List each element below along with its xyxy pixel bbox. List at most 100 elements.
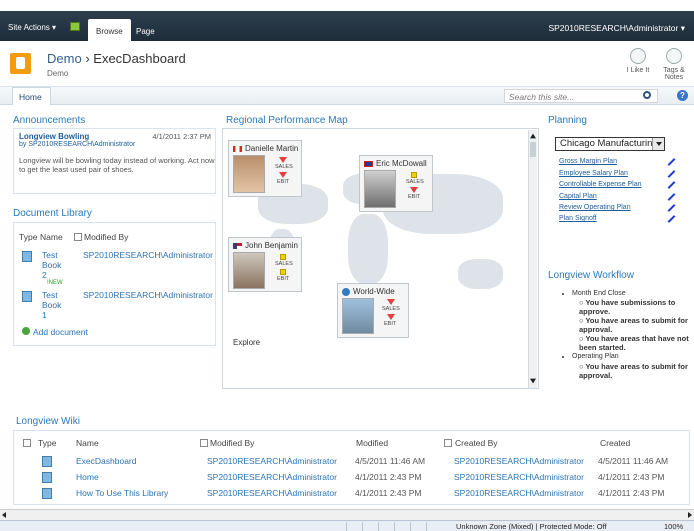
site-actions-menu[interactable]: Site Actions ▾	[8, 23, 56, 32]
add-document-link[interactable]: Add document	[22, 327, 88, 337]
card-name: John Benjamin	[233, 241, 298, 250]
card-name: Danielle Martin	[233, 144, 298, 153]
wiki-col-created-by[interactable]: Created By	[455, 438, 498, 448]
wiki-col-created[interactable]: Created	[600, 438, 630, 448]
announcements-panel: Longview Bowling 4/1/2011 2:37 PM by SP2…	[13, 128, 216, 194]
down-arrow-icon	[279, 157, 287, 163]
doclib-col-name[interactable]: Name	[40, 232, 63, 242]
region-card-uk[interactable]: Eric McDowall SALES EBIT	[359, 155, 433, 212]
workflow-task[interactable]: ○ You have submissions to approve.	[572, 298, 690, 316]
doc-name-line2[interactable]: Book	[42, 300, 61, 310]
scroll-right-icon[interactable]	[688, 512, 692, 518]
page-subtitle[interactable]: Demo	[47, 69, 68, 78]
nav-home[interactable]: Home	[12, 87, 51, 105]
pencil-icon[interactable]	[667, 193, 676, 200]
map-scrollbar[interactable]	[528, 130, 537, 388]
doc-name-line3[interactable]: 2	[42, 270, 47, 280]
region-card-world[interactable]: World-Wide SALES EBIT	[337, 283, 409, 338]
plan-link[interactable]: Employee Salary Plan	[559, 170, 628, 177]
navigate-up-icon[interactable]	[70, 22, 80, 31]
wiki-col-name[interactable]: Name	[76, 438, 99, 448]
i-like-it-button[interactable]: I Like It	[620, 48, 656, 74]
wiki-created: 4/1/2011 2:43 PM	[598, 488, 665, 498]
wiki-modified-by[interactable]: SP2010RESEARCH\Administrator	[207, 472, 337, 482]
document-library-title[interactable]: Document Library	[13, 208, 92, 219]
scroll-up-icon[interactable]	[530, 133, 536, 139]
regional-map[interactable]: Danielle Martin SALES EBIT Eric McDowall…	[222, 128, 539, 389]
wiki-page-icon	[42, 456, 52, 467]
wiki-modified: 4/5/2011 11:46 AM	[355, 456, 426, 466]
user-menu[interactable]: SP2010RESEARCH\Administrator ▾	[548, 23, 685, 34]
wiki-created-by[interactable]: SP2010RESEARCH\Administrator	[454, 456, 584, 466]
wiki-col-modified[interactable]: Modified	[356, 438, 388, 448]
i-like-it-label: I Like It	[626, 67, 650, 74]
pencil-icon[interactable]	[667, 204, 676, 211]
region-card-usa[interactable]: John Benjamin SALES EBIT	[228, 237, 302, 292]
doc-name-line1[interactable]: Test	[42, 290, 58, 300]
announcement-author[interactable]: by SP2010RESEARCH\Administrator	[19, 141, 135, 148]
select-all-checkbox[interactable]	[23, 439, 31, 447]
plan-link[interactable]: Capital Plan	[559, 193, 597, 200]
search-icon[interactable]	[643, 91, 651, 99]
wiki-created-by[interactable]: SP2010RESEARCH\Administrator	[454, 488, 584, 498]
workflow-task[interactable]: ○ You have areas to submit for approval.	[572, 362, 690, 380]
down-arrow-icon	[279, 172, 287, 178]
pencil-icon[interactable]	[667, 158, 676, 165]
doc-modified-by[interactable]: SP2010RESEARCH\Administrator	[83, 250, 213, 260]
pencil-icon[interactable]	[667, 170, 676, 177]
workflow-task[interactable]: ○ You have areas to submit for approval.	[572, 316, 690, 334]
plan-link[interactable]: Gross Margin Plan	[559, 158, 617, 165]
wiki-page-link[interactable]: ExecDashboard	[76, 456, 136, 466]
wiki-col-modified-by[interactable]: Modified By	[210, 438, 254, 448]
region-card-canada[interactable]: Danielle Martin SALES EBIT	[228, 140, 302, 197]
select-all-checkbox[interactable]	[74, 233, 82, 241]
entity-select[interactable]: Chicago Manufacturing	[555, 137, 665, 151]
doc-name-line2[interactable]: Book	[42, 260, 61, 270]
planning-title[interactable]: Planning	[548, 115, 587, 126]
wiki-modified-by[interactable]: SP2010RESEARCH\Administrator	[207, 488, 337, 498]
breadcrumb-site[interactable]: Demo	[47, 51, 82, 66]
tab-browse[interactable]: Browse	[88, 19, 131, 41]
pencil-icon[interactable]	[667, 215, 676, 222]
kpi-sales-label: SALES	[382, 306, 400, 312]
site-logo-icon[interactable]	[10, 53, 31, 74]
plan-link[interactable]: Controllable Expense Plan	[559, 181, 642, 188]
doc-modified-by[interactable]: SP2010RESEARCH\Administrator	[83, 290, 213, 300]
doclib-col-modified-by[interactable]: Modified By	[84, 232, 128, 242]
workflow-task[interactable]: ○ You have areas that have not been star…	[572, 334, 690, 352]
explore-link[interactable]: Explore	[233, 338, 260, 347]
announcement-title[interactable]: Longview Bowling	[19, 132, 89, 141]
wiki-title[interactable]: Longview Wiki	[16, 416, 80, 427]
doc-name-line3[interactable]: 1	[42, 310, 47, 320]
person-photo	[364, 170, 396, 208]
scroll-thumb[interactable]	[530, 142, 536, 157]
wiki-modified-by[interactable]: SP2010RESEARCH\Administrator	[207, 456, 337, 466]
scroll-down-icon[interactable]	[530, 378, 536, 384]
wiki-page-link[interactable]: How To Use This Library	[76, 488, 168, 498]
column-checkbox[interactable]	[444, 439, 452, 447]
neutral-square-icon	[411, 172, 417, 178]
scroll-left-icon[interactable]	[2, 512, 6, 518]
wiki-col-type[interactable]: Type	[38, 438, 56, 448]
wiki-page-link[interactable]: Home	[76, 472, 99, 482]
workflow-title[interactable]: Longview Workflow	[548, 270, 634, 281]
help-icon[interactable]: ?	[677, 90, 688, 101]
search-input[interactable]: Search this site...	[504, 89, 658, 103]
map-title[interactable]: Regional Performance Map	[226, 115, 348, 126]
zoom-level[interactable]: 100%	[664, 522, 683, 531]
security-zone-status[interactable]: Unknown Zone (Mixed) | Protected Mode: O…	[456, 522, 607, 531]
tags-notes-button[interactable]: Tags & Notes	[656, 48, 692, 81]
horizontal-scrollbar[interactable]	[0, 509, 694, 520]
doc-name-line1[interactable]: Test	[42, 250, 58, 260]
announcements-title[interactable]: Announcements	[13, 115, 85, 126]
wiki-created-by[interactable]: SP2010RESEARCH\Administrator	[454, 472, 584, 482]
pencil-icon[interactable]	[667, 181, 676, 188]
tab-page[interactable]: Page	[128, 19, 163, 41]
doclib-col-type[interactable]: Type	[19, 232, 37, 242]
chevron-down-icon[interactable]	[652, 138, 664, 150]
plan-link[interactable]: Review Operating Plan	[559, 204, 631, 211]
notes-label: Notes	[664, 74, 684, 81]
plan-link[interactable]: Plan Signoff	[559, 215, 597, 222]
column-checkbox[interactable]	[200, 439, 208, 447]
workflow-group-label: Month End Close	[572, 290, 626, 297]
